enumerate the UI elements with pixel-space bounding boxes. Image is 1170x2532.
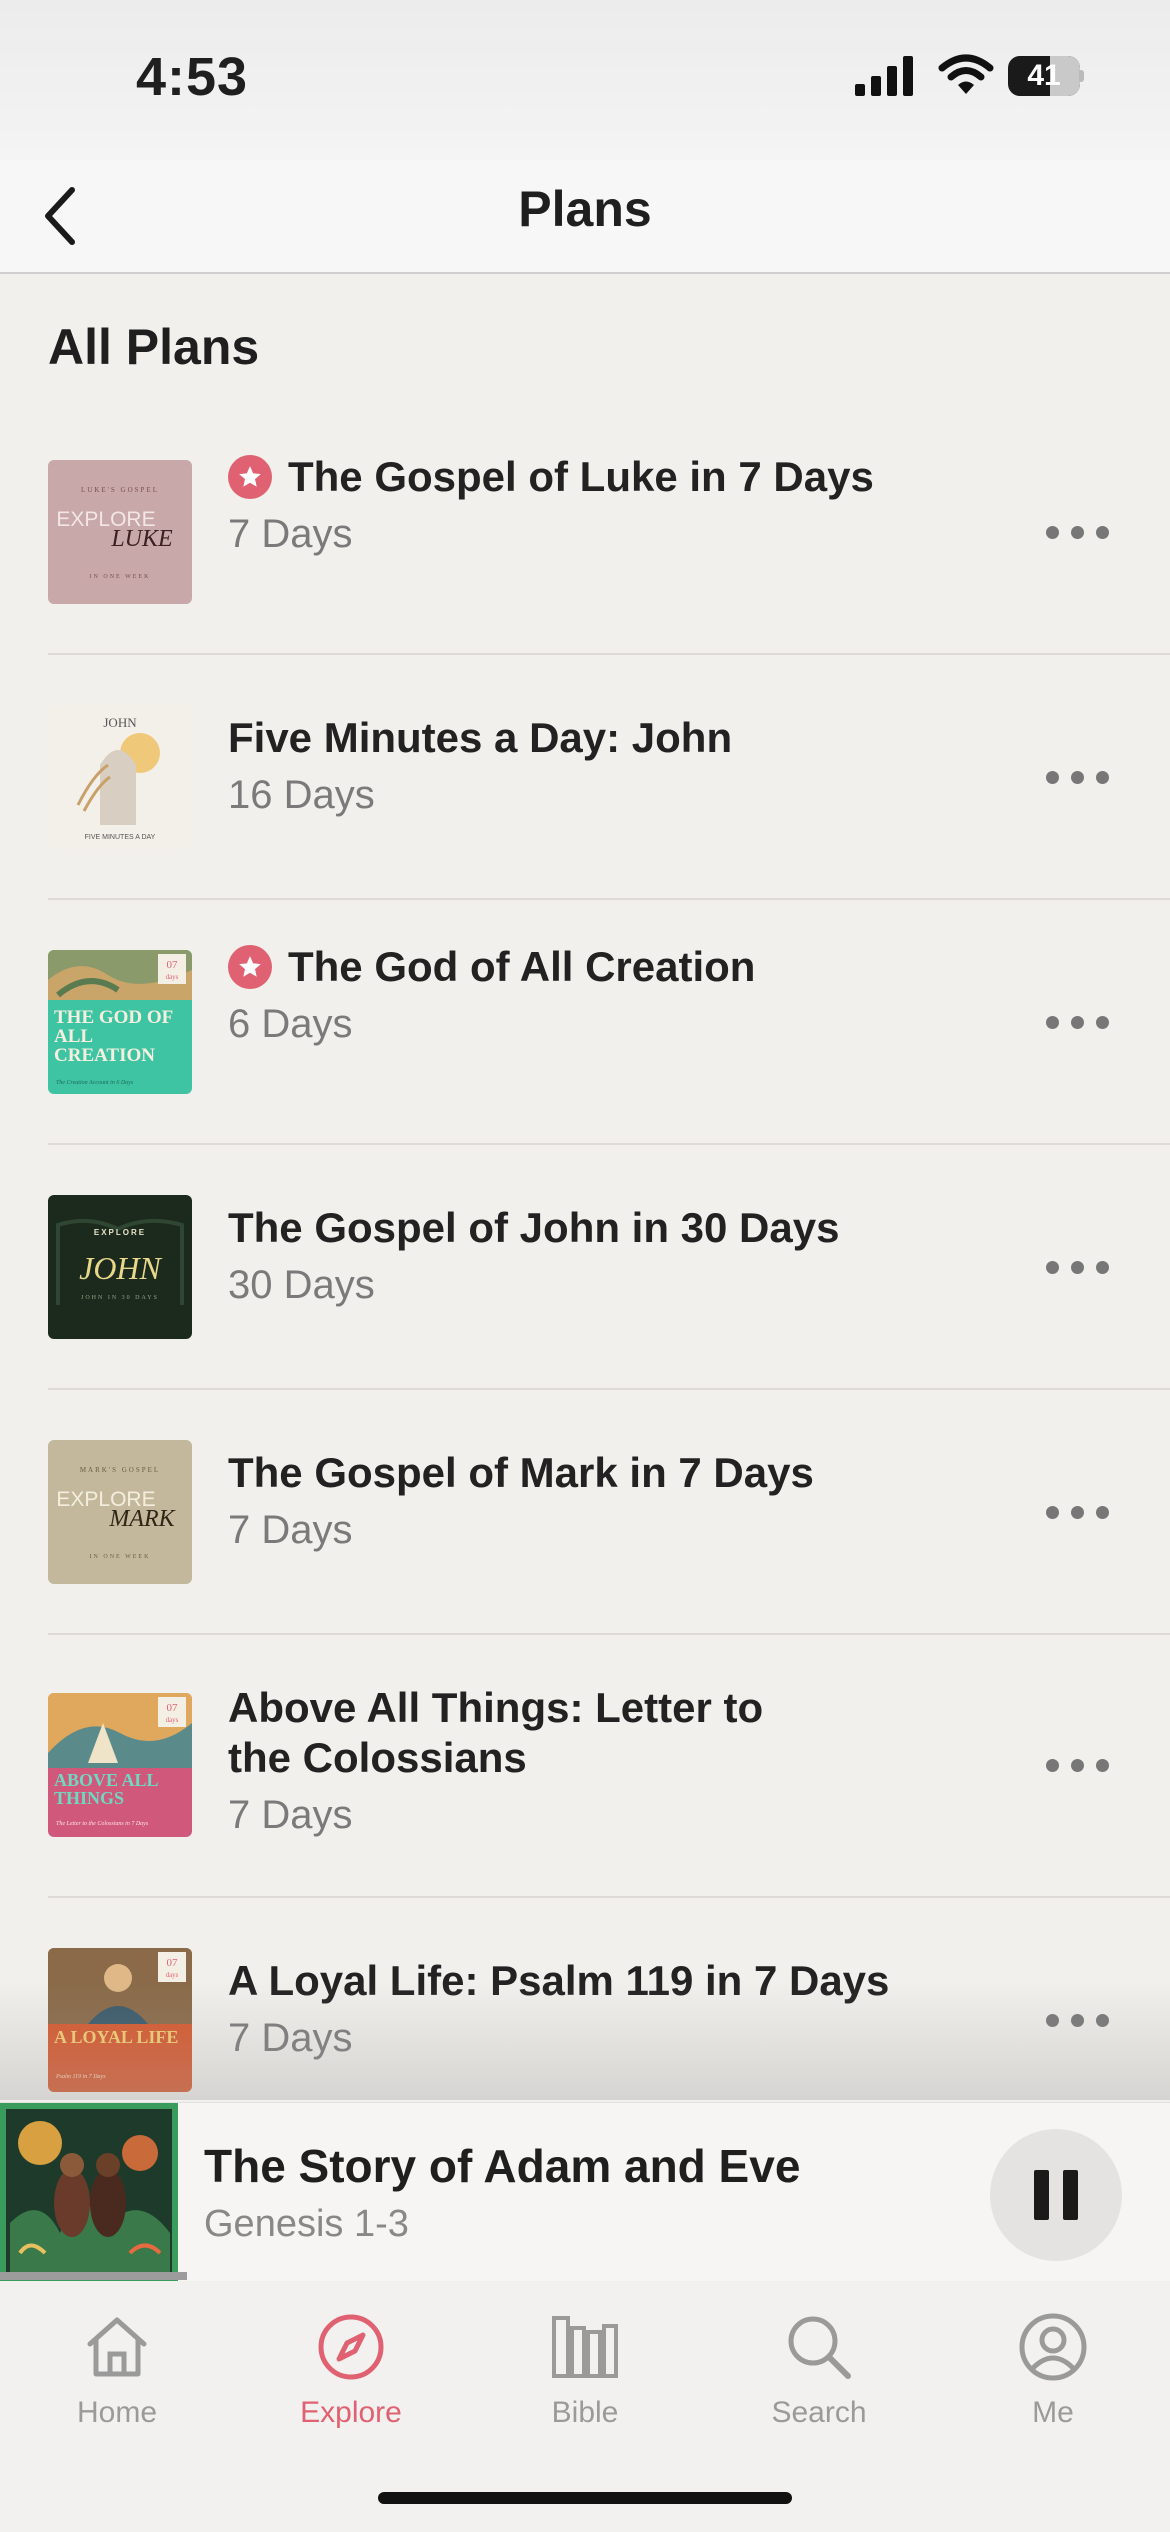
plan-cover-god-of-all-creation: 07 days THE GOD OF ALL CREATION The Crea…: [48, 950, 192, 1094]
plan-row[interactable]: 07 days A LOYAL LIFE Psalm 119 in 7 Days…: [48, 1898, 1170, 2100]
tab-me[interactable]: Me: [936, 2302, 1170, 2452]
plan-cover-above-all-things: 07 days ABOVE ALL THINGS The Letter to t…: [48, 1693, 192, 1837]
navigation-bar: Plans: [0, 160, 1170, 274]
person-circle-icon: [1019, 2313, 1087, 2381]
cover-text: days: [166, 1971, 179, 1979]
tab-bible[interactable]: Bible: [468, 2302, 702, 2452]
cover-text: LUKE'S GOSPEL: [81, 486, 159, 494]
cover-text: 07: [167, 1957, 179, 1969]
cover-text: MARK: [108, 1506, 176, 1532]
tab-search[interactable]: Search: [702, 2302, 936, 2452]
more-options-button[interactable]: [1032, 1482, 1122, 1542]
plan-row[interactable]: 07 days THE GOD OF ALL CREATION The Crea…: [48, 900, 1170, 1145]
plan-duration: 7 Days: [228, 512, 353, 556]
more-options-button[interactable]: [1032, 502, 1122, 562]
tab-label: Me: [1032, 2396, 1074, 2429]
cover-text: EXPLORE: [94, 1228, 146, 1237]
tab-label: Home: [76, 2396, 158, 2429]
section-title: All Plans: [48, 319, 260, 375]
plan-title: The God of All Creation: [288, 943, 756, 990]
tab-explore[interactable]: Explore: [234, 2302, 468, 2452]
more-options-button[interactable]: [1032, 747, 1122, 807]
now-playing-artwork: [0, 2103, 178, 2281]
cover-text: JOHN: [103, 715, 137, 730]
more-options-button[interactable]: [1032, 1990, 1122, 2050]
tab-label: Bible: [551, 2396, 619, 2429]
cover-text: IN ONE WEEK: [90, 1554, 151, 1560]
plan-duration: 16 Days: [228, 773, 375, 817]
cover-text: 07: [167, 1702, 179, 1714]
cover-text: JOHN: [79, 1250, 162, 1286]
plan-title: Five Minutes a Day: John: [228, 714, 733, 761]
plan-cover-luke: LUKE'S GOSPEL EXPLORE LUKE IN ONE WEEK: [48, 460, 192, 604]
battery-level: 41: [1027, 59, 1061, 92]
plan-list: LUKE'S GOSPEL EXPLORE LUKE IN ONE WEEK T…: [0, 410, 1170, 2100]
plan-duration: 7 Days: [228, 2016, 353, 2060]
plan-duration: 7 Days: [228, 1508, 353, 1552]
playback-progress-bar[interactable]: [0, 2272, 1170, 2280]
cover-text: FIVE MINUTES A DAY: [85, 834, 156, 841]
cover-text: days: [166, 973, 179, 981]
status-bar: 4:53 41: [0, 0, 1170, 160]
plan-title: A Loyal Life: Psalm 119 in 7 Days: [228, 1957, 890, 2004]
cover-text: LUKE: [110, 526, 173, 552]
plan-duration: 6 Days: [228, 1002, 353, 1046]
cover-text: Psalm 119 in 7 Days: [55, 2074, 106, 2080]
mini-player[interactable]: The Story of Adam and Eve Genesis 1-3: [0, 2102, 1170, 2281]
plan-row[interactable]: EXPLORE JOHN JOHN IN 30 DAYS The Gospel …: [48, 1145, 1170, 1390]
plan-title-line1: Above All Things: Letter to: [228, 1684, 764, 1731]
plan-duration: 7 Days: [228, 1793, 353, 1837]
cover-text: THE GOD OF ALL CREATION: [54, 1008, 173, 1066]
cover-text: JOHN IN 30 DAYS: [81, 1295, 159, 1301]
status-time: 4:53: [136, 47, 249, 107]
home-indicator: [378, 2492, 792, 2504]
plan-row[interactable]: 07 days ABOVE ALL THINGS The Letter to t…: [48, 1635, 1170, 1898]
cover-text: MARK'S GOSPEL: [80, 1466, 160, 1474]
cover-text: days: [166, 1716, 179, 1724]
cover-text: ABOVE ALL THINGS: [54, 1771, 158, 1808]
more-options-button[interactable]: [1032, 1237, 1122, 1297]
star-badge-icon: [228, 455, 272, 499]
plan-title-line2: the Colossians: [228, 1734, 527, 1781]
plan-cover-a-loyal-life: 07 days A LOYAL LIFE Psalm 119 in 7 Days: [48, 1948, 192, 2092]
cellular-signal-icon: [855, 56, 913, 96]
wifi-icon: [938, 54, 994, 94]
plan-title: The Gospel of Mark in 7 Days: [228, 1449, 814, 1496]
more-options-button[interactable]: [1032, 1735, 1122, 1795]
more-options-button[interactable]: [1032, 992, 1122, 1052]
compass-icon: [318, 2314, 384, 2380]
star-badge-icon: [228, 945, 272, 989]
search-icon: [788, 2316, 851, 2379]
plan-row[interactable]: LUKE'S GOSPEL EXPLORE LUKE IN ONE WEEK T…: [48, 410, 1170, 655]
plan-cover-mark: MARK'S GOSPEL EXPLORE MARK IN ONE WEEK: [48, 1440, 192, 1584]
cover-text: 07: [167, 959, 179, 971]
plan-cover-john-30: EXPLORE JOHN JOHN IN 30 DAYS: [48, 1195, 192, 1339]
tab-home[interactable]: Home: [0, 2302, 234, 2452]
plan-row[interactable]: MARK'S GOSPEL EXPLORE MARK IN ONE WEEK T…: [48, 1390, 1170, 1635]
plan-duration: 30 Days: [228, 1263, 375, 1307]
pause-icon: [1027, 2170, 1085, 2220]
tab-label: Explore: [300, 2396, 402, 2429]
cover-text: IN ONE WEEK: [90, 574, 151, 580]
now-playing-title: The Story of Adam and Eve: [204, 2140, 801, 2192]
pause-button[interactable]: [990, 2129, 1122, 2261]
cover-text: The Creation Account in 6 Days: [56, 1080, 134, 1086]
now-playing-subtitle: Genesis 1-3: [204, 2203, 409, 2245]
page-title: Plans: [518, 181, 652, 237]
playback-progress-fill: [0, 2272, 188, 2280]
cover-text: A LOYAL LIFE: [54, 2028, 179, 2047]
plan-title: The Gospel of John in 30 Days: [228, 1204, 840, 1251]
battery-icon: 41: [1008, 56, 1084, 96]
plan-cover-five-minutes-john: JOHN FIVE MINUTES A DAY: [48, 705, 192, 849]
tab-label: Search: [771, 2396, 867, 2429]
plan-title: The Gospel of Luke in 7 Days: [288, 453, 874, 500]
plan-row[interactable]: JOHN FIVE MINUTES A DAY Five Minutes a D…: [48, 655, 1170, 900]
books-icon: [552, 2316, 618, 2378]
home-icon: [87, 2317, 147, 2377]
cover-text: The Letter to the Colossians in 7 Days: [56, 1821, 149, 1827]
